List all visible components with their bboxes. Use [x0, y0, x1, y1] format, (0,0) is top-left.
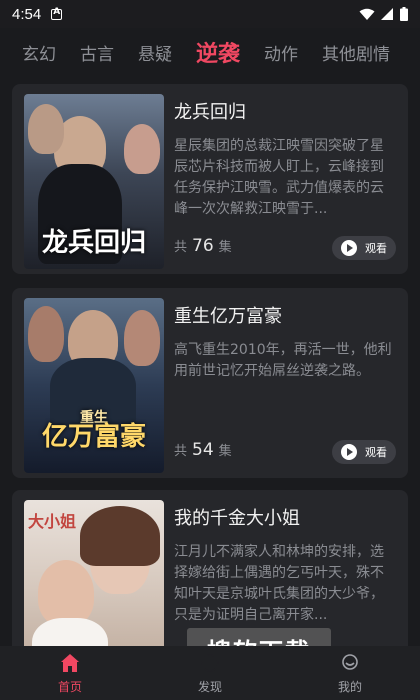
- profile-icon: [342, 653, 358, 670]
- category-tabs: 玄幻 古言 悬疑 逆袭 动作 其他剧情: [0, 30, 420, 74]
- tab-other[interactable]: 其他剧情: [322, 40, 390, 65]
- drama-poster[interactable]: 龙兵回归: [24, 94, 164, 269]
- episode-count: 共 76 集: [174, 236, 232, 256]
- drama-description: 江月儿不满家人和林坤的安排，选择嫁给街上偶遇的乞丐叶天，殊不知叶天是京城叶氏集团…: [174, 544, 384, 623]
- episode-suffix: 集: [218, 444, 232, 459]
- status-bar: 4:54: [0, 0, 420, 28]
- play-icon: [341, 240, 357, 256]
- play-icon: [341, 444, 357, 460]
- episode-prefix: 共: [174, 240, 188, 255]
- drama-poster[interactable]: 重生 亿万富豪: [24, 298, 164, 473]
- app-notification-icon: [51, 7, 63, 20]
- episode-suffix: 集: [218, 240, 232, 255]
- wifi-icon: [359, 8, 375, 20]
- tab-xuanyi[interactable]: 悬疑: [138, 40, 172, 65]
- home-icon: [61, 653, 79, 672]
- drama-card[interactable]: 龙兵回归 龙兵回归 星辰集团的总裁江映雪因突破了星辰芯片科技而被人盯上，云峰接到…: [12, 84, 408, 274]
- episode-count: 共 54 集: [174, 440, 232, 460]
- drama-title[interactable]: 重生亿万富豪: [174, 302, 282, 328]
- tab-xuanhuan[interactable]: 玄幻: [22, 40, 56, 65]
- watch-label: 观看: [365, 446, 387, 459]
- episode-number: 76: [192, 236, 214, 256]
- signal-icon: [381, 7, 393, 20]
- poster-title-art: 龙兵回归: [41, 228, 146, 258]
- nav-label: 我的: [337, 679, 362, 694]
- nav-discover[interactable]: 发现: [175, 652, 245, 695]
- drama-description: 星辰集团的总裁江映雪因突破了星辰芯片科技而被人盯上，云峰接到任务保护江映雪。武力…: [174, 138, 384, 217]
- drama-title[interactable]: 龙兵回归: [174, 98, 246, 124]
- tab-dongzuo[interactable]: 动作: [264, 40, 298, 65]
- nav-label: 首页: [57, 679, 82, 694]
- discover-icon: [201, 653, 219, 672]
- drama-description: 高飞重生2010年，再活一世，他利用前世记忆开始屌丝逆袭之路。: [174, 342, 392, 379]
- bottom-nav: 首页 发现 我的: [0, 646, 420, 700]
- tab-guyan[interactable]: 古言: [80, 40, 114, 65]
- episode-prefix: 共: [174, 444, 188, 459]
- poster-title-art: 大小姐: [28, 512, 77, 531]
- watch-button[interactable]: 观看: [332, 236, 396, 260]
- watch-label: 观看: [365, 242, 387, 255]
- poster-title-art: 亿万富豪: [41, 422, 146, 452]
- battery-icon: [400, 7, 408, 21]
- drama-title[interactable]: 我的千金大小姐: [174, 504, 300, 530]
- watch-button[interactable]: 观看: [332, 440, 396, 464]
- status-icons: [359, 7, 408, 21]
- nav-profile[interactable]: 我的: [315, 652, 385, 695]
- episode-number: 54: [192, 440, 214, 460]
- nav-label: 发现: [197, 679, 222, 694]
- nav-home[interactable]: 首页: [35, 652, 105, 695]
- tab-nixi[interactable]: 逆袭: [196, 36, 240, 68]
- drama-card[interactable]: 重生 亿万富豪 重生亿万富豪 高飞重生2010年，再活一世，他利用前世记忆开始屌…: [12, 288, 408, 478]
- status-time: 4:54: [12, 5, 42, 23]
